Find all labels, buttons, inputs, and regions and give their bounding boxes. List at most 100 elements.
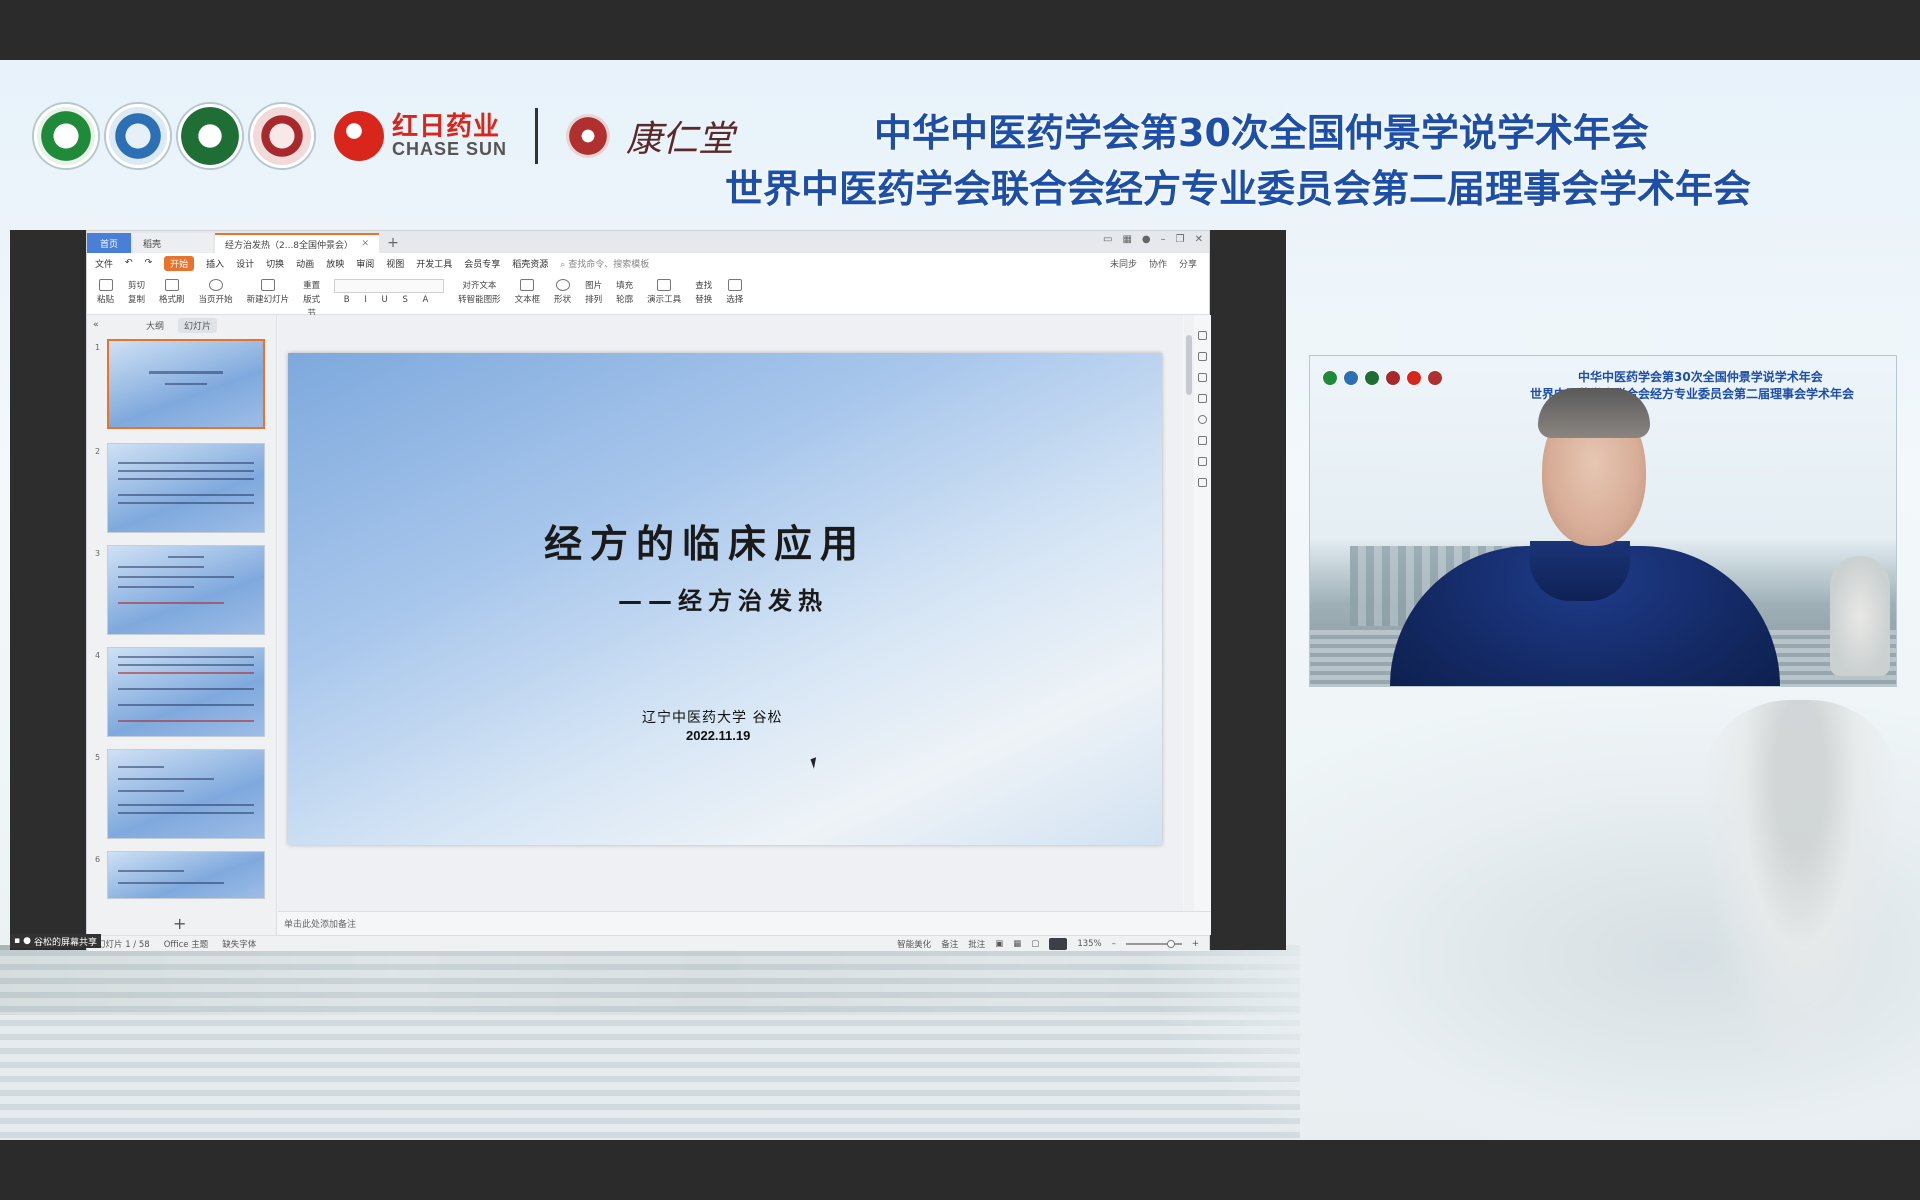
- collaborate-button[interactable]: 协作: [1149, 257, 1167, 270]
- adjust-icon[interactable]: [1198, 352, 1207, 361]
- slide-author[interactable]: 辽宁中医药大学 谷松: [642, 707, 782, 727]
- vertical-scrollbar[interactable]: [1184, 315, 1194, 911]
- layers-icon[interactable]: [1198, 394, 1207, 403]
- outline-button[interactable]: 轮廓: [616, 293, 633, 305]
- collapse-panel-icon[interactable]: «: [93, 320, 99, 330]
- undo-icon[interactable]: ↶: [125, 258, 133, 268]
- thumb-text: [118, 804, 254, 806]
- window-controls: ▭ ▦ ● – ❐ ✕: [1103, 234, 1203, 245]
- slide-thumbnail-4[interactable]: [107, 647, 265, 737]
- cut-button[interactable]: 剪切: [128, 279, 145, 291]
- avatar[interactable]: ●: [1142, 234, 1151, 245]
- sorter-view-icon[interactable]: ▦: [1013, 939, 1021, 949]
- notes-toggle[interactable]: 备注: [941, 938, 958, 950]
- share-button[interactable]: 分享: [1179, 257, 1197, 270]
- textbox-button[interactable]: 文本框: [515, 279, 540, 305]
- thumb-text: [168, 556, 204, 558]
- settings-icon[interactable]: [1198, 436, 1207, 445]
- chase-sun-mark-icon: [334, 111, 384, 161]
- menu-transition[interactable]: 切换: [266, 257, 284, 270]
- zoom-in-icon[interactable]: +: [1192, 939, 1199, 949]
- help-icon[interactable]: [1198, 415, 1207, 424]
- thumb-text: [118, 672, 254, 674]
- menu-docer-resources[interactable]: 稻壳资源: [512, 257, 548, 270]
- shape-button[interactable]: 形状: [554, 279, 571, 305]
- menu-home[interactable]: 开始: [164, 255, 195, 271]
- tab-home[interactable]: 首页: [87, 233, 131, 253]
- slide-thumbnail-1[interactable]: [107, 339, 265, 429]
- present-tools-button[interactable]: 演示工具: [647, 279, 681, 305]
- location-icon[interactable]: [1198, 457, 1207, 466]
- font-name-select[interactable]: [334, 279, 445, 293]
- slide-thumbnail-5[interactable]: [107, 749, 265, 839]
- redo-icon[interactable]: ↷: [145, 258, 153, 268]
- select-button[interactable]: 选择: [726, 279, 743, 305]
- fill-button[interactable]: 填充: [616, 279, 633, 291]
- zoom-slider-knob[interactable]: [1166, 939, 1175, 948]
- chase-sun-logo: 红日药业 CHASE SUN: [334, 111, 507, 161]
- layout-icon[interactable]: ▭: [1103, 234, 1112, 245]
- tab-docer[interactable]: 稻壳: [133, 233, 213, 253]
- current-slide[interactable]: 经方的临床应用 ——经方治发热 辽宁中医药大学 谷松 2022.11.19: [288, 353, 1162, 845]
- slideshow-play-button[interactable]: [1049, 937, 1068, 950]
- restore-icon[interactable]: ❐: [1176, 234, 1185, 245]
- close-icon[interactable]: ✕: [361, 239, 369, 249]
- pin-icon[interactable]: [1198, 331, 1207, 340]
- grid-icon[interactable]: ▦: [1122, 234, 1131, 245]
- tab-outline[interactable]: 大纲: [146, 319, 164, 332]
- docer-label: 稻壳: [143, 239, 162, 250]
- menu-slideshow[interactable]: 放映: [326, 257, 344, 270]
- smartart-button[interactable]: 转智能图形: [458, 293, 501, 305]
- menu-insert[interactable]: 插入: [206, 257, 224, 270]
- slide-title[interactable]: 经方的临床应用: [288, 513, 1162, 568]
- close-window-icon[interactable]: ✕: [1195, 234, 1203, 245]
- zoom-level[interactable]: 135%: [1077, 939, 1101, 949]
- new-tab-button[interactable]: +: [381, 233, 405, 253]
- replace-button[interactable]: 替换: [695, 293, 712, 305]
- arrange-button[interactable]: 排列: [585, 293, 602, 305]
- font-style-buttons[interactable]: B I U S A: [344, 295, 435, 305]
- menu-design[interactable]: 设计: [236, 257, 254, 270]
- slide-date[interactable]: 2022.11.19: [686, 728, 750, 743]
- comments-toggle[interactable]: 批注: [968, 938, 985, 950]
- zoom-out-icon[interactable]: –: [1112, 939, 1116, 949]
- tab-slides[interactable]: 幻灯片: [178, 317, 218, 333]
- reading-view-icon[interactable]: ▢: [1031, 939, 1039, 949]
- tab-current-document[interactable]: 经方治发热（2...8全国仲景会） ✕: [215, 233, 379, 253]
- slide-thumbnail-2[interactable]: [107, 443, 265, 533]
- copy-button[interactable]: 复制: [128, 293, 145, 305]
- add-slide-button[interactable]: +: [173, 914, 186, 933]
- menu-developer[interactable]: 开发工具: [416, 257, 452, 270]
- slide-subtitle[interactable]: ——经方治发热: [618, 581, 828, 616]
- align-text-button[interactable]: 对齐文本: [462, 279, 496, 291]
- notes-area[interactable]: 单击此处添加备注: [278, 911, 1211, 935]
- scrollbar-thumb[interactable]: [1186, 335, 1192, 395]
- smart-beautify-button[interactable]: 智能美化: [897, 938, 931, 950]
- menu-animation[interactable]: 动画: [296, 257, 314, 270]
- reset-button[interactable]: 重置: [303, 279, 320, 291]
- star-icon[interactable]: [1198, 373, 1207, 382]
- zoom-slider[interactable]: [1125, 939, 1182, 948]
- slide-thumbnail-3[interactable]: [107, 545, 265, 635]
- thumb-number: 5: [95, 753, 101, 762]
- slide-thumbnail-6[interactable]: [107, 851, 265, 899]
- missing-font-button[interactable]: 缺失字体: [222, 938, 256, 950]
- menu-view[interactable]: 视图: [386, 257, 404, 270]
- thumb-text: [118, 720, 254, 722]
- menu-review[interactable]: 审阅: [356, 257, 374, 270]
- layout-button[interactable]: 版式: [303, 293, 320, 305]
- menu-file[interactable]: 文件: [95, 257, 113, 270]
- paste-button[interactable]: 粘贴: [97, 279, 114, 305]
- sync-status[interactable]: 未同步: [1110, 257, 1137, 270]
- format-painter-button[interactable]: 格式刷: [159, 279, 185, 305]
- share-icon[interactable]: [1198, 478, 1207, 487]
- theme-name[interactable]: Office 主题: [164, 938, 209, 950]
- play-current-button[interactable]: 当页开始: [199, 279, 233, 305]
- normal-view-icon[interactable]: ▣: [995, 939, 1003, 949]
- command-search[interactable]: ⌕ 查找命令、搜索模板: [560, 257, 649, 270]
- minimize-icon[interactable]: –: [1161, 234, 1166, 245]
- picture-button[interactable]: 图片: [585, 279, 602, 291]
- new-slide-button[interactable]: 新建幻灯片: [247, 279, 289, 305]
- menu-member[interactable]: 会员专享: [464, 257, 500, 270]
- find-button[interactable]: 查找: [695, 279, 712, 291]
